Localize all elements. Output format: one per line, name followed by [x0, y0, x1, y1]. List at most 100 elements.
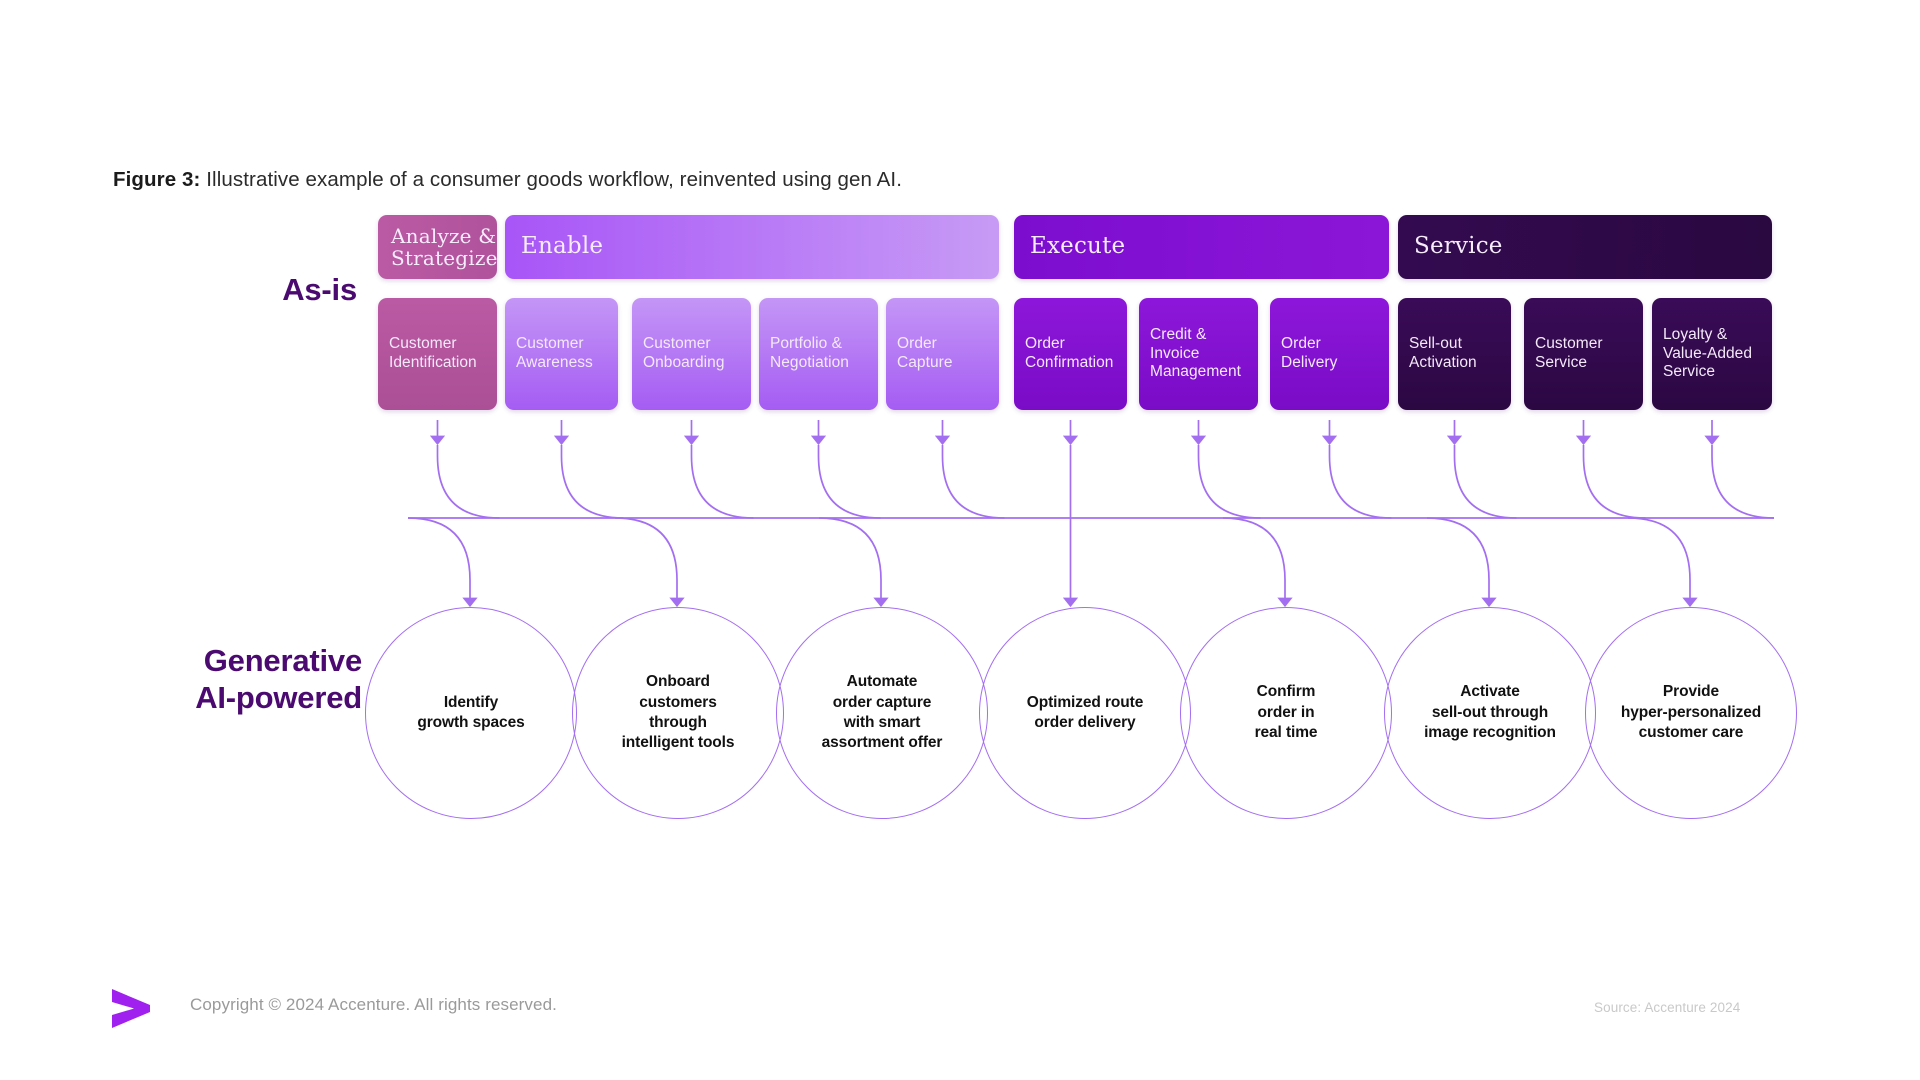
outcome-circle-line: growth spaces — [417, 714, 525, 731]
outcome-circle-line: with smart — [843, 714, 921, 731]
step-box-line: Capture — [897, 354, 953, 371]
step-box-line: Service — [1663, 363, 1716, 381]
connector-path — [818, 517, 889, 608]
connector-path — [1197, 445, 1261, 519]
outcome-circle-line: Activate — [1460, 683, 1520, 701]
copyright-text: Copyright © 2024 Accenture. All rights r… — [190, 995, 557, 1014]
phase-bar-line: Service — [1414, 233, 1503, 260]
step-box-line: Confirmation — [1025, 354, 1114, 371]
outcome-circle-line: Provide — [1662, 683, 1720, 701]
connector-path — [817, 445, 881, 519]
step-box-customer-service[interactable]: Customer Service — [1524, 298, 1643, 410]
phase-bar-line: Analyze & — [391, 223, 497, 248]
step-box-loyalty-value-added-service[interactable]: Loyalty & Value-Added Service — [1652, 298, 1772, 410]
outcome-circle-label: Optimized route order delivery — [1021, 693, 1149, 734]
step-box-label: Sell-out Activation — [1398, 335, 1483, 373]
step-box-portfolio-negotiation[interactable]: Portfolio & Negotiation — [759, 298, 878, 410]
outcome-circle-line: intelligent tools — [621, 734, 735, 752]
phase-bar-line: Enable — [521, 233, 604, 260]
step-box-customer-identification[interactable]: Customer Identification — [378, 298, 497, 410]
step-box-line: Order — [1025, 335, 1065, 353]
phase-bar-line: Execute — [1030, 233, 1126, 260]
step-box-label: Customer Onboarding — [632, 335, 731, 373]
outcome-circle-line: hyper-personalized — [1620, 703, 1762, 721]
outcome-circle-line: order in — [1257, 703, 1315, 721]
step-box-line: Loyalty & — [1663, 325, 1728, 343]
connector-path — [1453, 445, 1517, 519]
outcome-circle-line: real time — [1254, 724, 1318, 742]
outcome-circle-line: assortment offer — [821, 734, 943, 752]
step-box-line: Order — [1281, 335, 1321, 353]
row-label-as-is-text: As-is — [282, 272, 357, 307]
step-box-line: Customer — [389, 335, 457, 353]
step-box-label: Order Confirmation — [1014, 335, 1119, 373]
step-box-line: Customer — [1535, 335, 1603, 353]
step-box-label: Credit & Invoice Management — [1139, 326, 1247, 383]
connector-path — [560, 445, 624, 519]
figure-canvas: Figure 3: Illustrative example of a cons… — [0, 0, 1920, 1080]
outcome-circle-label: Onboard customers through intelligent tools — [616, 672, 741, 754]
step-box-customer-awareness[interactable]: Customer Awareness — [505, 298, 618, 410]
step-box-sell-out-activation[interactable]: Sell-out Activation — [1398, 298, 1511, 410]
outcome-circle-automate-order-capture-with-smart-assortment-offer[interactable]: Automate order capture with smart assortmen… — [776, 607, 988, 819]
phase-bar-label: Analyze & Strategize — [378, 223, 498, 270]
connector-path — [1582, 445, 1646, 519]
outcome-circle-line: Identify — [443, 693, 499, 711]
step-box-line: Negotiation — [770, 354, 849, 371]
step-box-line: Activation — [1409, 354, 1477, 371]
step-box-order-capture[interactable]: Order Capture — [886, 298, 999, 410]
step-box-line: Management — [1150, 363, 1241, 381]
connector-path — [407, 517, 478, 608]
outcome-circle-label: Identify growth spaces — [411, 693, 530, 734]
outcome-circle-provide-hyper-personalized-customer-care[interactable]: Provide hyper-personalized customer care — [1585, 607, 1797, 819]
step-box-credit-invoice-management[interactable]: Credit & Invoice Management — [1139, 298, 1258, 410]
outcome-circle-label: Confirm order in real time — [1249, 682, 1324, 743]
outcome-circle-optimized-route-order-delivery[interactable]: Optimized route order delivery — [979, 607, 1191, 819]
step-box-label: Customer Awareness — [505, 335, 599, 373]
step-box-customer-onboarding[interactable]: Customer Onboarding — [632, 298, 751, 410]
connector-path — [690, 445, 754, 519]
figure-caption: Figure 3: Illustrative example of a cons… — [113, 168, 902, 192]
step-box-label: Customer Service — [1524, 335, 1609, 373]
step-box-order-delivery[interactable]: Order Delivery — [1270, 298, 1389, 410]
row-label-generative-line1: Generative — [203, 643, 362, 678]
step-box-line: Invoice — [1150, 344, 1200, 362]
phase-bar-enable[interactable]: Enable — [505, 215, 999, 279]
outcome-circle-line: sell-out through — [1431, 703, 1549, 721]
step-box-label: Customer Identification — [378, 335, 483, 373]
step-box-line: Customer — [643, 335, 711, 353]
step-box-line: Onboarding — [643, 354, 725, 371]
phase-bar-label: Execute — [1014, 233, 1126, 260]
phase-bar-service[interactable]: Service — [1398, 215, 1772, 279]
outcome-circle-line: through — [649, 714, 707, 731]
connector-path — [1426, 517, 1497, 608]
phase-bar-execute[interactable]: Execute — [1014, 215, 1389, 279]
outcome-circle-onboard-customers-through-intelligent-tools[interactable]: Onboard customers through intelligent tools — [572, 607, 784, 819]
accenture-logo-icon — [112, 989, 150, 1028]
connector-path — [1328, 445, 1392, 519]
outcome-circle-line: Optimized route — [1026, 693, 1144, 711]
step-box-line: Sell-out — [1409, 335, 1462, 353]
phase-bar-line: Strategize — [391, 246, 498, 270]
outcome-circle-confirm-order-in-real-time[interactable]: Confirm order in real time — [1180, 607, 1392, 819]
outcome-circle-line: order capture — [832, 693, 932, 711]
figure-number: Figure 3: — [113, 168, 201, 191]
step-box-order-confirmation[interactable]: Order Confirmation — [1014, 298, 1127, 410]
outcome-circle-line: Confirm — [1256, 683, 1316, 701]
outcome-circle-activate-sell-out-through-image-recognition[interactable]: Activate sell-out through image recognitio… — [1384, 607, 1596, 819]
step-box-label: Order Capture — [886, 335, 959, 373]
step-box-label: Order Delivery — [1270, 335, 1343, 373]
step-box-line: Awareness — [516, 354, 593, 371]
step-box-line: Service — [1535, 354, 1588, 371]
step-box-line: Value-Added — [1663, 344, 1753, 362]
outcome-circle-identify-growth-spaces[interactable]: Identify growth spaces — [365, 607, 577, 819]
connector-path — [1711, 445, 1775, 519]
outcome-circle-line: order delivery — [1034, 714, 1136, 731]
phase-bar-analyze-strategize[interactable]: Analyze & Strategize — [378, 215, 497, 279]
step-box-label: Portfolio & Negotiation — [759, 335, 855, 373]
source-text: Source: Accenture 2024 — [1594, 1000, 1741, 1015]
row-label-as-is: As-is — [282, 272, 357, 309]
figure-caption-text: Illustrative example of a consumer goods… — [200, 168, 903, 191]
connector-path — [614, 517, 685, 608]
step-box-line: Order — [897, 335, 937, 353]
